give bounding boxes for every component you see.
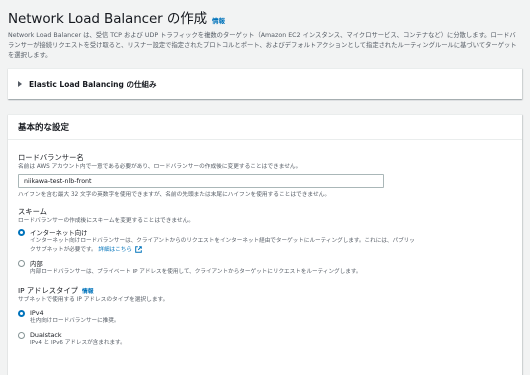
basic-settings-panel: 基本的な設定 ロードバランサー名 名前は AWS アカウント内で一意である必要が… <box>8 114 522 375</box>
info-link[interactable]: 情報 <box>212 15 225 25</box>
ip-info-link[interactable]: 情報 <box>82 289 94 295</box>
ip-option-ipv4[interactable]: IPv4 社内向けロードバランサーに推奨。 <box>18 309 522 325</box>
radio-label: IPv4 <box>30 309 44 317</box>
lb-name-label: ロードバランサー名 <box>18 153 84 163</box>
lb-name-constraint: ハイフンを含む最大 32 文字の英数字を使用できますが、名前の先頭または末尾にハ… <box>18 192 331 199</box>
page-header: Network Load Balancer の作成 情報 <box>8 7 522 27</box>
lb-name-value: niikawa-test-nlb-front <box>24 177 92 185</box>
lb-name-description: 名前は AWS アカウント内で一意である必要があり、ロードバランサーの作成後に変… <box>18 164 302 171</box>
radio-description-text: インターネット向けロードバランサーは、クライアントからのリクエストをインターネッ… <box>30 238 415 253</box>
scheme-section: スキーム ロードバランサーの作成後にスキームを変更することはできません。 インタ… <box>18 207 522 276</box>
ip-type-label: IP アドレスタイプ <box>18 286 78 295</box>
page-description: Network Load Balancer は、受信 TCP および UDP ト… <box>8 32 517 59</box>
ip-type-description: サブネットで使用する IP アドレスのタイプを選択します。 <box>18 297 169 303</box>
radio-description: インターネット向けロードバランサーは、クライアントからのリクエストをインターネッ… <box>30 237 420 253</box>
ip-option-dualstack[interactable]: Dualstack IPv4 と IPv6 アドレスが含まれます。 <box>18 331 522 347</box>
radio-description: 社内向けロードバランサーに推奨。 <box>30 318 120 324</box>
scheme-description: ロードバランサーの作成後にスキームを変更することはできません。 <box>18 218 194 225</box>
radio-unselected-icon[interactable] <box>18 259 25 267</box>
panel-header: 基本的な設定 <box>8 115 522 141</box>
caret-right-icon <box>18 81 22 88</box>
radio-label: インターネット向け <box>30 229 88 238</box>
ip-type-section: IP アドレスタイプ 情報 サブネットで使用する IP アドレスのタイプを選択しま… <box>18 286 522 347</box>
radio-label: Dualstack <box>30 331 62 340</box>
panel-title: 基本的な設定 <box>18 123 70 134</box>
radio-description: 内部ロードバランサーは、プライベート IP アドレスを使用して、クライアントから… <box>30 268 362 275</box>
scheme-option-internet-facing[interactable]: インターネット向け インターネット向けロードバランサーは、クライアントからのリク… <box>18 228 522 253</box>
scheme-option-internal[interactable]: 内部 内部ロードバランサーは、プライベート IP アドレスを使用して、クライアン… <box>18 259 522 276</box>
learn-more-link[interactable]: 詳細はこちら <box>98 247 132 253</box>
how-elb-works-expander[interactable]: Elastic Load Balancing の仕組み <box>8 68 522 100</box>
page-title: Network Load Balancer の作成 <box>8 11 208 27</box>
ip-type-label-row: IP アドレスタイプ 情報 <box>18 286 522 296</box>
external-link-icon[interactable] <box>134 245 142 253</box>
expander-label: Elastic Load Balancing の仕組み <box>29 79 157 89</box>
radio-selected-icon[interactable] <box>18 310 25 317</box>
lb-name-input[interactable]: niikawa-test-nlb-front <box>18 174 384 189</box>
create-nlb-page: Network Load Balancer の作成 情報 Network Loa… <box>8 0 522 375</box>
radio-description: IPv4 と IPv6 アドレスが含まれます。 <box>30 340 126 347</box>
radio-selected-icon[interactable] <box>18 229 25 237</box>
panel-body: ロードバランサー名 名前は AWS アカウント内で一意である必要があり、ロードバ… <box>8 153 522 347</box>
radio-label: 内部 <box>30 259 43 268</box>
scheme-label: スキーム <box>18 207 47 217</box>
radio-unselected-icon[interactable] <box>18 332 25 340</box>
